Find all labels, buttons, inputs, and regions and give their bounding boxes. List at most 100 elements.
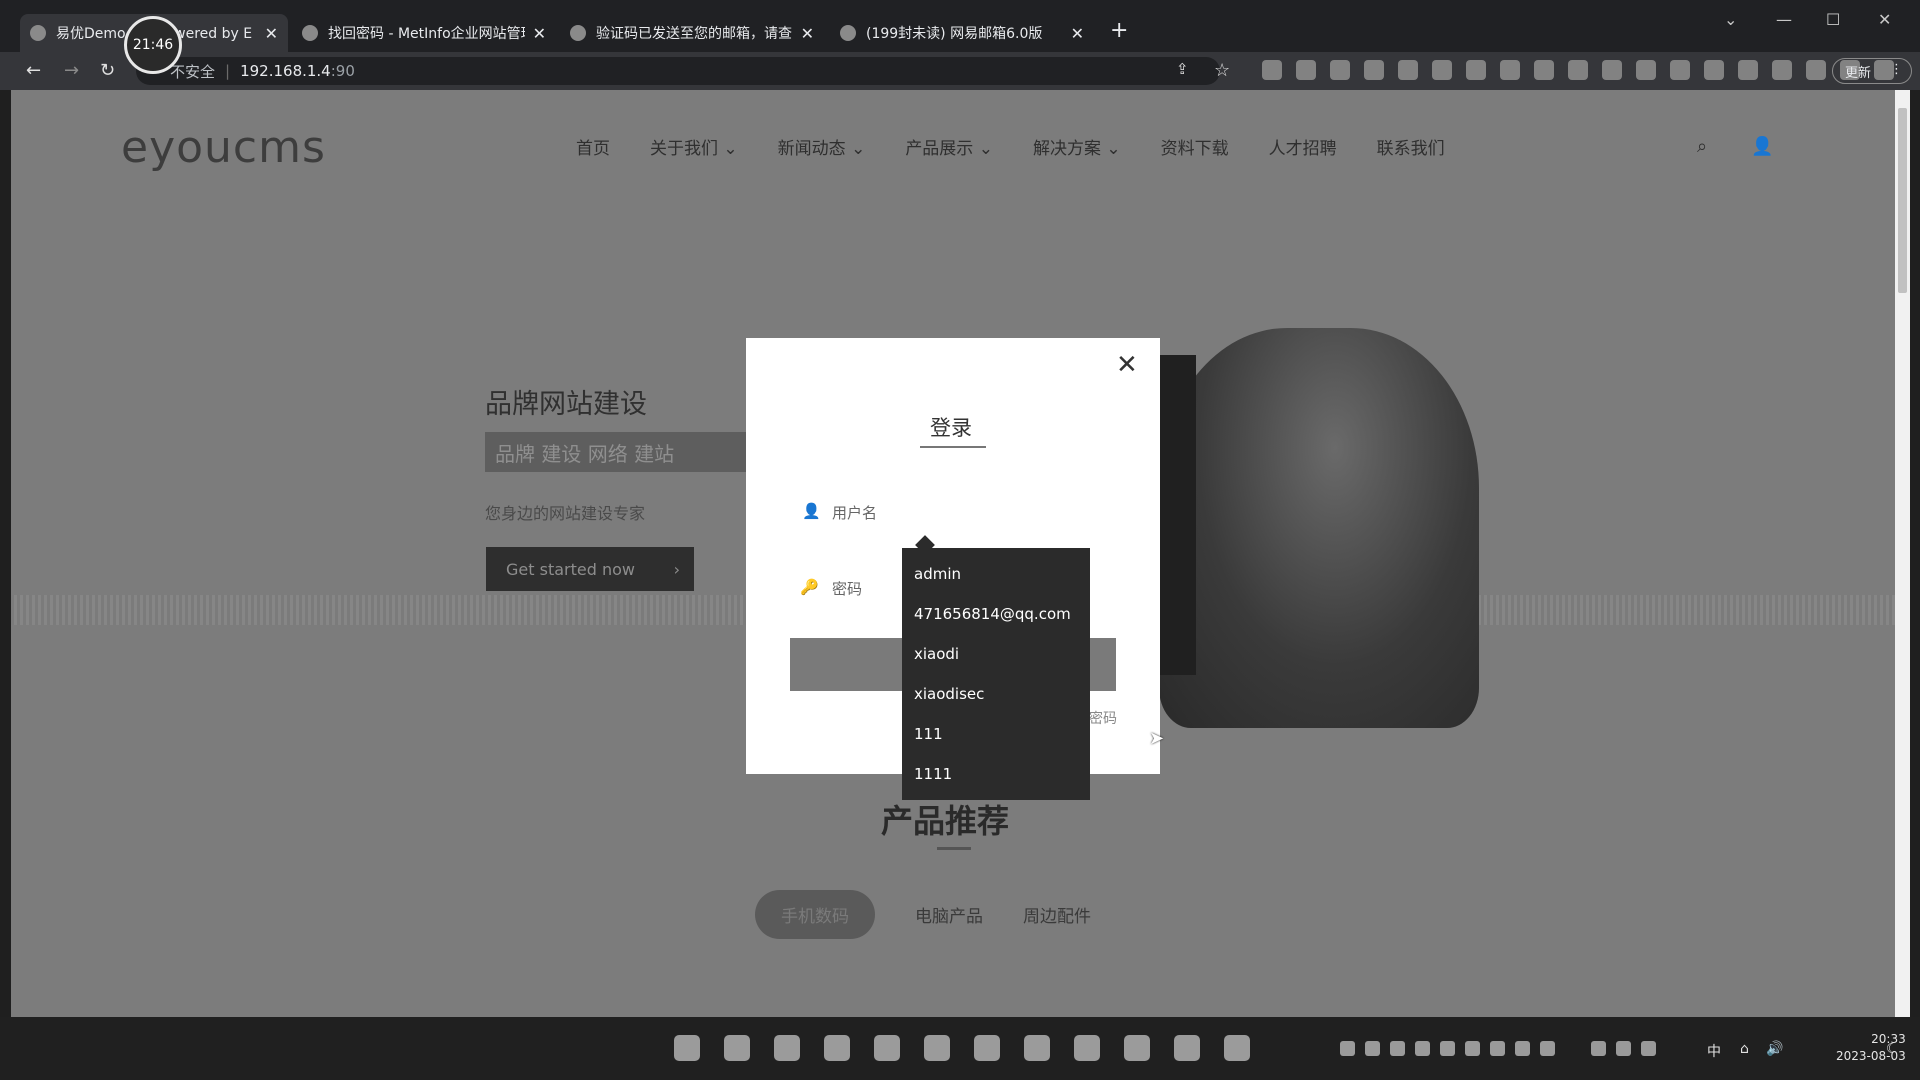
site-logo[interactable]: eyoucms [121, 122, 326, 173]
get-started-button[interactable]: Get started now › [486, 547, 694, 591]
update-button[interactable]: 更新 ⋮ [1832, 58, 1912, 84]
extension-icon[interactable] [1636, 60, 1656, 80]
tray-icon[interactable] [1390, 1041, 1405, 1056]
close-tab-icon[interactable]: ✕ [801, 24, 814, 43]
browser-tab-mail163[interactable]: (199封未读) 网易邮箱6.0版 ✕ [830, 14, 1094, 52]
close-tab-icon[interactable]: ✕ [1071, 24, 1084, 43]
app-icon[interactable] [1024, 1035, 1050, 1061]
app-icon[interactable] [874, 1035, 900, 1061]
browser-toolbar: ← → ↻ 不安全 | 192.168.1.4 :90 ⇪ ☆ 更新 ⋮ [0, 52, 1920, 90]
reload-icon[interactable]: ↻ [100, 60, 115, 81]
bookmark-star-icon[interactable]: ☆ [1214, 60, 1230, 81]
extension-icon[interactable] [1602, 60, 1622, 80]
extension-icon[interactable] [1262, 60, 1282, 80]
network-icon[interactable]: ⌂ [1740, 1041, 1749, 1057]
start-icon[interactable] [674, 1035, 700, 1061]
tab-title: 验证码已发送至您的邮箱，请查 [596, 26, 792, 42]
nav-item-downloads[interactable]: 资料下载 [1161, 134, 1229, 159]
share-icon[interactable]: ⇪ [1176, 60, 1189, 78]
nav-item-news[interactable]: 新闻动态 ⌄ [778, 134, 866, 159]
app-icon[interactable] [1074, 1035, 1100, 1061]
browser-tab-verification[interactable]: 验证码已发送至您的邮箱，请查 ✕ [560, 14, 824, 52]
tray-icon[interactable] [1490, 1041, 1505, 1056]
extension-icon[interactable] [1534, 60, 1554, 80]
extension-icon[interactable] [1738, 60, 1758, 80]
username-input[interactable]: 用户名 [832, 502, 877, 523]
forward-icon[interactable]: → [64, 60, 79, 81]
close-tab-icon[interactable]: ✕ [533, 24, 546, 43]
photos-icon[interactable] [974, 1035, 1000, 1061]
back-icon[interactable]: ← [26, 60, 41, 81]
tray-icon[interactable] [1540, 1041, 1555, 1056]
extension-icon[interactable] [1772, 60, 1792, 80]
tray-icon[interactable] [1415, 1041, 1430, 1056]
autocomplete-item[interactable]: xiaodi [902, 634, 1090, 674]
extension-icons [1262, 60, 1894, 80]
more-menu-icon[interactable]: ⋮ [1890, 62, 1903, 77]
file-explorer-icon[interactable] [724, 1035, 750, 1061]
close-window-button[interactable]: ✕ [1878, 10, 1891, 29]
maximize-button[interactable]: ☐ [1826, 10, 1840, 29]
tab-computers[interactable]: 电脑产品 [915, 902, 983, 927]
forgot-password-link[interactable]: 密码 [1089, 708, 1117, 728]
loading-icon [30, 25, 46, 41]
autocomplete-item[interactable]: 1111 [902, 754, 1090, 794]
app-icon[interactable] [1174, 1035, 1200, 1061]
chrome-icon[interactable] [824, 1035, 850, 1061]
nav-item-home[interactable]: 首页 [576, 134, 610, 159]
microphone-icon[interactable] [1641, 1041, 1656, 1056]
app-icon[interactable] [1224, 1035, 1250, 1061]
scrollbar-thumb[interactable] [1898, 108, 1907, 293]
extension-icon[interactable] [1364, 60, 1384, 80]
extension-icon[interactable] [1398, 60, 1418, 80]
search-icon[interactable]: ⌕ [1697, 136, 1707, 157]
tray-icon[interactable] [1440, 1041, 1455, 1056]
tray-icon[interactable] [1365, 1041, 1380, 1056]
page-scrollbar[interactable] [1895, 90, 1910, 1017]
extension-icon[interactable] [1432, 60, 1452, 80]
tray-icon[interactable] [1465, 1041, 1480, 1056]
extension-icon[interactable] [1466, 60, 1486, 80]
edge-icon[interactable] [774, 1035, 800, 1061]
extension-icon[interactable] [1330, 60, 1350, 80]
extension-icon[interactable] [1568, 60, 1588, 80]
extensions-puzzle-icon[interactable] [1806, 60, 1826, 80]
tray-icon[interactable] [1515, 1041, 1530, 1056]
chevron-down-icon: ⌄ [1106, 139, 1121, 159]
tray-icon[interactable] [1340, 1041, 1355, 1056]
tray-icon[interactable] [1616, 1041, 1631, 1056]
extension-icon[interactable] [1670, 60, 1690, 80]
password-input[interactable]: 密码 [832, 578, 862, 599]
new-tab-button[interactable]: + [1110, 18, 1128, 43]
autocomplete-item[interactable]: 111 [902, 714, 1090, 754]
security-warning[interactable]: 不安全 [170, 61, 215, 82]
tab-accessories[interactable]: 周边配件 [1023, 902, 1091, 927]
user-icon[interactable]: 👤 [1751, 136, 1773, 157]
tray-icon[interactable] [1591, 1041, 1606, 1056]
notification-icon[interactable]: ☾ [1886, 1041, 1899, 1057]
extension-icon[interactable] [1500, 60, 1520, 80]
tab-search-icon[interactable]: ⌄ [1724, 10, 1737, 29]
nav-item-careers[interactable]: 人才招聘 [1269, 134, 1337, 159]
nav-item-about[interactable]: 关于我们 ⌄ [650, 134, 738, 159]
extension-icon[interactable] [1704, 60, 1724, 80]
close-tab-icon[interactable]: ✕ [265, 24, 278, 43]
close-icon[interactable]: ✕ [1116, 350, 1138, 380]
minimize-button[interactable]: — [1776, 10, 1792, 29]
nav-item-contact[interactable]: 联系我们 [1377, 134, 1445, 159]
autocomplete-item[interactable]: admin [902, 554, 1090, 594]
address-bar[interactable]: 不安全 | 192.168.1.4 :90 [136, 57, 1220, 85]
volume-icon[interactable]: 🔊 [1766, 1041, 1783, 1057]
app-icon[interactable] [1124, 1035, 1150, 1061]
autocomplete-item[interactable]: xiaodisec [902, 674, 1090, 714]
nav-label: 关于我们 [650, 139, 718, 159]
tab-title: (199封未读) 网易邮箱6.0版 [866, 26, 1043, 42]
browser-tab-metinfo[interactable]: 找回密码 - MetInfo企业网站管理 ✕ [292, 14, 556, 52]
autocomplete-item[interactable]: 471656814@qq.com [902, 594, 1090, 634]
extension-icon[interactable] [1296, 60, 1316, 80]
nav-item-products[interactable]: 产品展示 ⌄ [905, 134, 993, 159]
nav-item-solutions[interactable]: 解决方案 ⌄ [1033, 134, 1121, 159]
app-icon[interactable] [924, 1035, 950, 1061]
tab-phones[interactable]: 手机数码 [755, 890, 875, 939]
ime-indicator[interactable]: 中 [1707, 1041, 1721, 1061]
